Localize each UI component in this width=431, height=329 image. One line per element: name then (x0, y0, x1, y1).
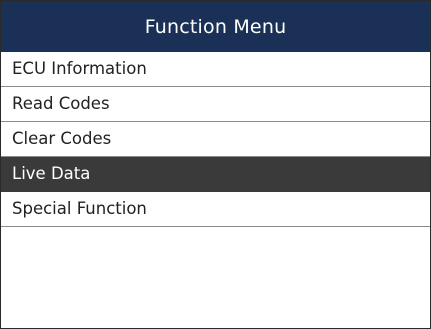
function-menu-list: ECU Information Read Codes Clear Codes Live… (1, 52, 430, 227)
menu-item-clear-codes[interactable]: Clear Codes (1, 122, 430, 157)
menu-item-special-function[interactable]: Special Function (1, 192, 430, 227)
menu-item-label: Clear Codes (12, 129, 112, 148)
menu-item-read-codes[interactable]: Read Codes (1, 87, 430, 122)
function-menu-screen: Function Menu ECU Information Read Codes C… (0, 0, 431, 329)
menu-item-live-data[interactable]: Live Data (1, 157, 430, 192)
page-title: Function Menu (144, 15, 287, 38)
menu-item-label: Read Codes (12, 94, 110, 113)
title-bar: Function Menu (1, 1, 430, 52)
menu-item-label: Live Data (12, 164, 91, 183)
menu-item-ecu-information[interactable]: ECU Information (1, 52, 430, 87)
menu-item-label: ECU Information (12, 59, 147, 78)
menu-item-label: Special Function (12, 199, 147, 218)
